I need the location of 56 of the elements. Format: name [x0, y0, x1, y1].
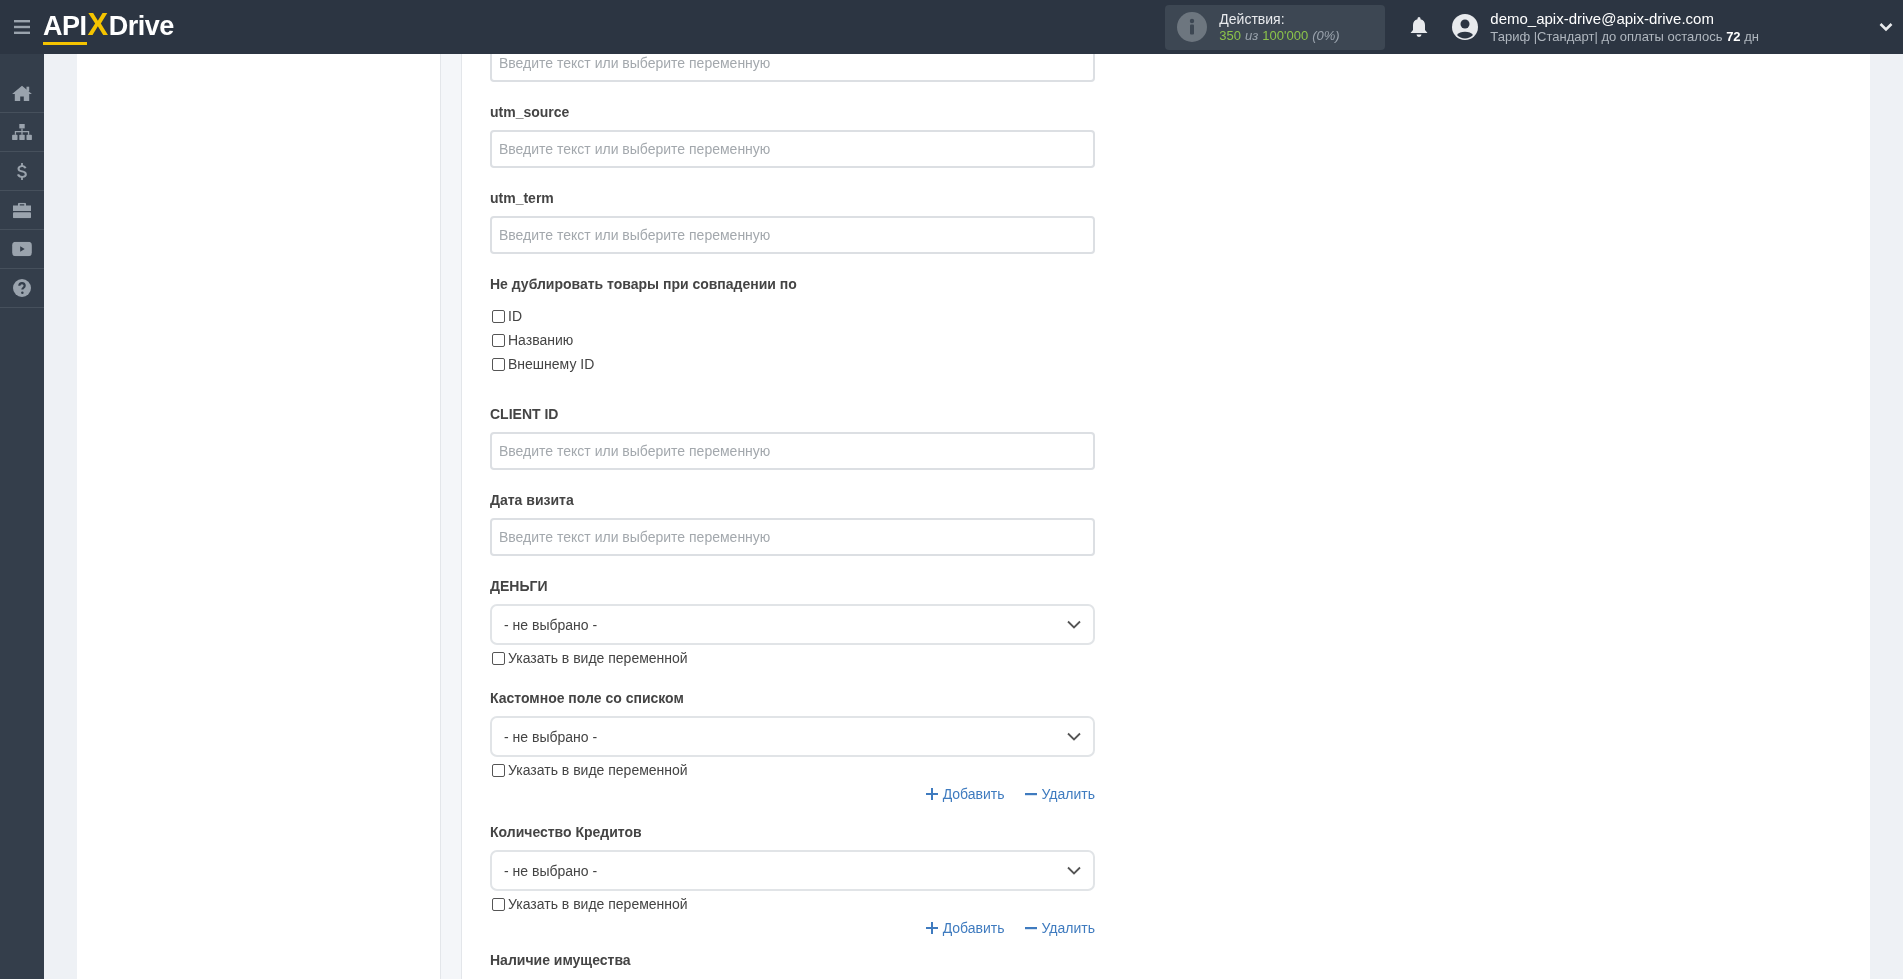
chevron-down-icon	[1067, 866, 1081, 875]
field-label: Количество Кредитов	[490, 823, 643, 841]
select-dropdown[interactable]: - не выбрано -	[490, 604, 1095, 645]
menu-icon[interactable]	[14, 20, 30, 34]
field-label: utm_source	[490, 103, 571, 121]
remove-link[interactable]: Удалить	[1024, 920, 1095, 936]
checkbox[interactable]	[492, 334, 505, 347]
plus-icon	[925, 922, 938, 934]
briefcase-icon[interactable]	[13, 202, 31, 218]
checkbox[interactable]	[492, 310, 505, 323]
input-field[interactable]: Введите текст или выберите переменную	[490, 518, 1095, 556]
checkbox-label[interactable]: ID	[508, 307, 522, 326]
checkbox-label[interactable]: Указать в виде переменной	[508, 761, 688, 780]
field-label: utm_term	[490, 189, 555, 207]
input-field[interactable]: Введите текст или выберите переменную	[490, 432, 1095, 470]
checkbox-label[interactable]: Внешнему ID	[508, 355, 595, 374]
input-field[interactable]: Введите текст или выберите переменную	[490, 216, 1095, 254]
field-label: CLIENT ID	[490, 405, 560, 423]
remove-link[interactable]: Удалить	[1024, 786, 1095, 802]
input-field[interactable]: Введите текст или выберите переменную	[490, 54, 1095, 82]
actions-label: Действия:	[1219, 11, 1286, 27]
field-label: ДЕНЬГИ	[490, 577, 549, 595]
actions-used: 350	[1219, 28, 1241, 43]
checkbox-label[interactable]: Указать в виде переменной	[508, 649, 688, 668]
checkbox[interactable]	[492, 652, 505, 665]
actions-of: из	[1245, 28, 1259, 43]
input-field[interactable]: Введите текст или выберите переменную	[490, 130, 1095, 168]
video-icon[interactable]	[12, 241, 32, 257]
avatar-icon[interactable]	[1452, 14, 1479, 40]
field-label: Дата визита	[490, 491, 575, 509]
field-label: Наличие имущества	[490, 951, 632, 969]
select-dropdown[interactable]: - не выбрано -	[490, 850, 1095, 891]
add-link[interactable]: Добавить	[925, 786, 1005, 802]
user-email[interactable]: demo_apix-drive@apix-drive.com	[1490, 10, 1759, 27]
add-link[interactable]: Добавить	[925, 920, 1005, 936]
select-dropdown[interactable]: - не выбрано -	[490, 716, 1095, 757]
actions-total: 100'000	[1262, 28, 1309, 43]
plan-info: Тариф |Стандарт| до оплаты осталось 72 дн	[1490, 29, 1759, 44]
checkbox-label[interactable]: Названию	[508, 331, 574, 350]
plus-icon	[925, 788, 938, 800]
checkbox[interactable]	[492, 898, 505, 911]
chevron-down-icon[interactable]	[1879, 22, 1893, 32]
checkbox-label[interactable]: Указать в виде переменной	[508, 895, 688, 914]
info-icon	[1177, 12, 1208, 42]
home-icon[interactable]	[12, 84, 32, 102]
sitemap-icon[interactable]	[12, 123, 32, 141]
help-icon[interactable]	[13, 279, 31, 297]
chevron-down-icon	[1067, 732, 1081, 741]
field-label: Кастомное поле со списком	[490, 689, 685, 707]
chevron-down-icon	[1067, 620, 1081, 629]
actions-percent: (0%)	[1312, 28, 1340, 43]
field-label: Не дублировать товары при совпадении по	[490, 275, 798, 293]
bell-icon[interactable]	[1410, 17, 1429, 37]
checkbox[interactable]	[492, 764, 505, 777]
checkbox[interactable]	[492, 358, 505, 371]
logo[interactable]: APIXDrive	[43, 6, 174, 48]
